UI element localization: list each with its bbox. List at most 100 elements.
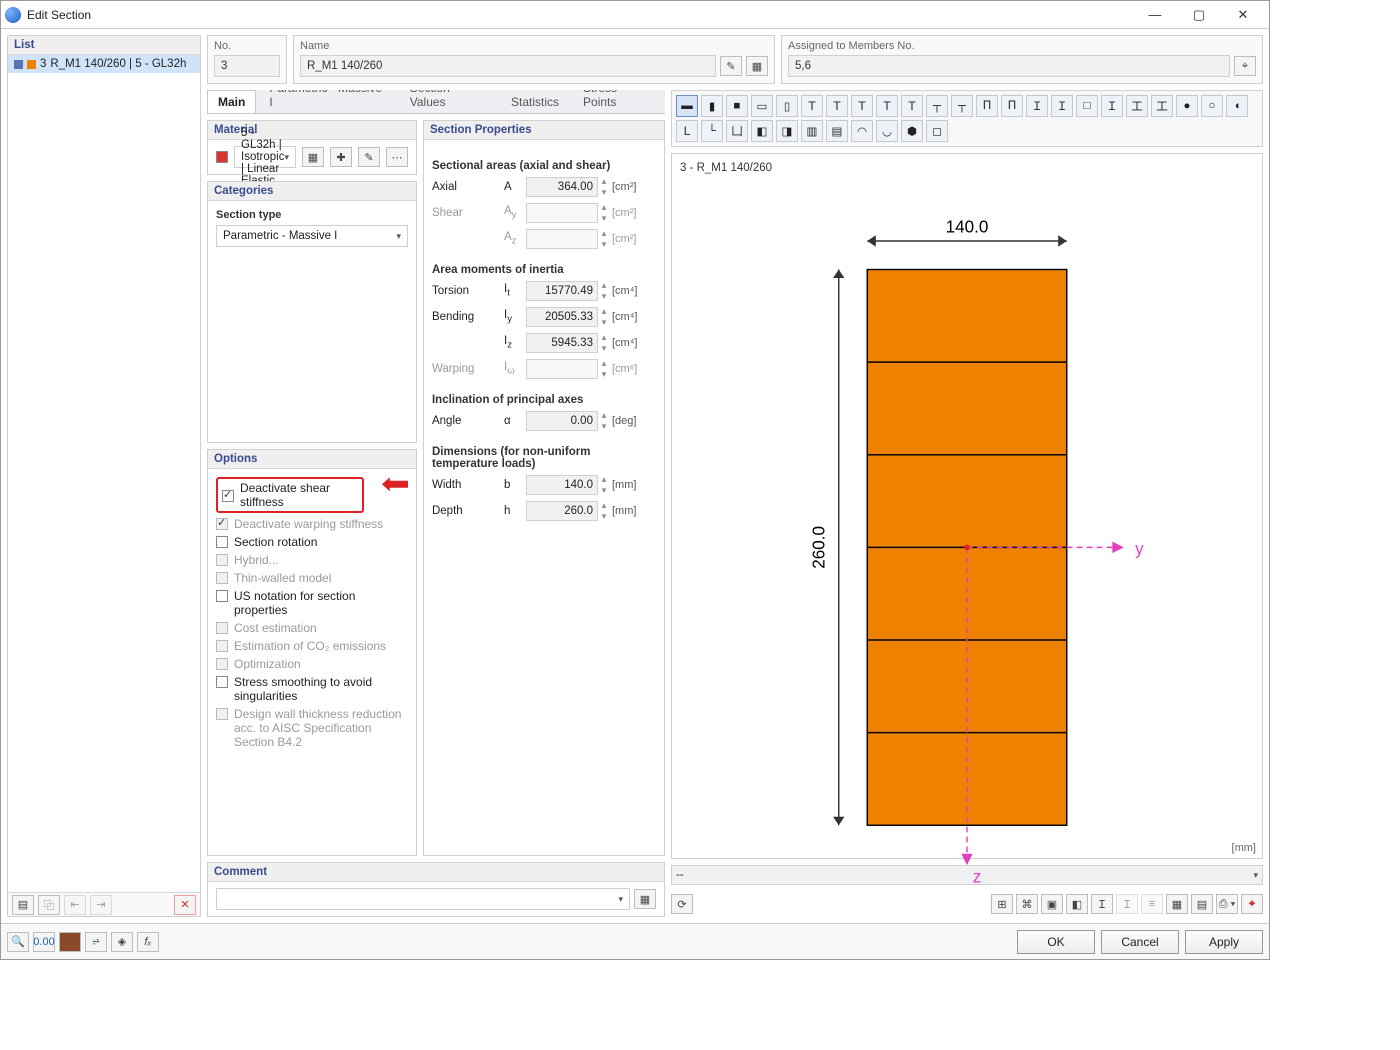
- tab-stress-points[interactable]: Stress Points: [572, 90, 663, 113]
- shape-button[interactable]: ◻: [926, 120, 948, 142]
- shape-button[interactable]: Ｔ: [876, 95, 898, 117]
- checkbox[interactable]: [216, 590, 228, 602]
- shape-button[interactable]: ▥: [801, 120, 823, 142]
- footer-help-button[interactable]: 🔍: [7, 932, 29, 952]
- shape-button[interactable]: Ｔ: [801, 95, 823, 117]
- maximize-button[interactable]: ▢: [1177, 2, 1221, 28]
- new-item-button[interactable]: ▤: [12, 895, 34, 915]
- material-edit-button[interactable]: ✎: [358, 147, 380, 167]
- sectiontype-dropdown[interactable]: Parametric - Massive I ▾: [216, 225, 408, 247]
- shape-button[interactable]: └: [701, 120, 723, 142]
- tab-parametric[interactable]: Parametric - Massive I: [258, 90, 396, 113]
- material-library-button[interactable]: ▦: [302, 147, 324, 167]
- preview-tool-button[interactable]: ≡: [1141, 894, 1163, 914]
- shape-button[interactable]: ⬢: [901, 120, 923, 142]
- footer-tool-button[interactable]: ⩫: [85, 932, 107, 952]
- stepper-icon[interactable]: ▴▾: [598, 358, 610, 380]
- footer-color-button[interactable]: [59, 932, 81, 952]
- shape-button[interactable]: Ｉ: [1026, 95, 1048, 117]
- property-value-input[interactable]: [526, 359, 598, 379]
- property-value-input[interactable]: [526, 229, 598, 249]
- stepper-icon[interactable]: ▴▾: [598, 306, 610, 328]
- shape-button[interactable]: 工: [1151, 95, 1173, 117]
- apply-button[interactable]: Apply: [1185, 930, 1263, 954]
- option-row[interactable]: Deactivate shear stiffness: [216, 475, 408, 515]
- shape-button[interactable]: Ｉ: [1101, 95, 1123, 117]
- option-row[interactable]: Stress smoothing to avoid singularities: [216, 673, 408, 705]
- checkbox[interactable]: [216, 676, 228, 688]
- cancel-button[interactable]: Cancel: [1101, 930, 1179, 954]
- nav-next-button[interactable]: ⇥: [90, 895, 112, 915]
- checkbox[interactable]: [216, 536, 228, 548]
- shape-button[interactable]: Π: [976, 95, 998, 117]
- tab-main[interactable]: Main: [207, 90, 256, 113]
- property-value-input[interactable]: 20505.33: [526, 307, 598, 327]
- property-value-input[interactable]: 364.00: [526, 177, 598, 197]
- assigned-input[interactable]: 5,6: [788, 55, 1230, 77]
- shape-button[interactable]: ┬: [951, 95, 973, 117]
- shape-button[interactable]: Ｔ: [851, 95, 873, 117]
- pick-members-button[interactable]: ⌖: [1234, 56, 1256, 76]
- close-window-button[interactable]: ✕: [1221, 2, 1265, 28]
- ok-button[interactable]: OK: [1017, 930, 1095, 954]
- material-extra-button[interactable]: ⋯: [386, 147, 408, 167]
- shape-button[interactable]: ○: [1201, 95, 1223, 117]
- shape-button[interactable]: Ｉ: [1051, 95, 1073, 117]
- delete-item-button[interactable]: ✕: [174, 895, 196, 915]
- option-row[interactable]: US notation for section properties: [216, 587, 408, 619]
- shape-button[interactable]: Π: [1001, 95, 1023, 117]
- shape-button[interactable]: □: [1076, 95, 1098, 117]
- nav-prev-button[interactable]: ⇤: [64, 895, 86, 915]
- shape-button[interactable]: ┬: [926, 95, 948, 117]
- stepper-icon[interactable]: ▴▾: [598, 202, 610, 224]
- shape-button[interactable]: ●: [1176, 95, 1198, 117]
- shape-button[interactable]: ▬: [676, 95, 698, 117]
- shape-button[interactable]: 凵: [726, 120, 748, 142]
- shape-button[interactable]: ▤: [826, 120, 848, 142]
- property-value-input[interactable]: 0.00: [526, 411, 598, 431]
- shape-button[interactable]: 工: [1126, 95, 1148, 117]
- shape-button[interactable]: ▭: [751, 95, 773, 117]
- shape-button[interactable]: Ｔ: [901, 95, 923, 117]
- property-value-input[interactable]: 140.0: [526, 475, 598, 495]
- preview-tool-button[interactable]: Ｉ: [1116, 894, 1138, 914]
- minimize-button[interactable]: —: [1133, 2, 1177, 28]
- footer-units-button[interactable]: 0.00: [33, 932, 55, 952]
- stepper-icon[interactable]: ▴▾: [598, 176, 610, 198]
- list-item[interactable]: 3 R_M1 140/260 | 5 - GL32h: [8, 55, 200, 73]
- shape-button[interactable]: ◠: [851, 120, 873, 142]
- property-value-input[interactable]: 15770.49: [526, 281, 598, 301]
- material-new-button[interactable]: ✚: [330, 147, 352, 167]
- edit-name-button[interactable]: ✎: [720, 56, 742, 76]
- stepper-icon[interactable]: ▴▾: [598, 474, 610, 496]
- shape-button[interactable]: ▯: [776, 95, 798, 117]
- comment-library-button[interactable]: ▦: [634, 889, 656, 909]
- copy-item-button[interactable]: ⿻: [38, 895, 60, 915]
- library-button[interactable]: ▦: [746, 56, 768, 76]
- shape-button[interactable]: Ｌ: [676, 120, 698, 142]
- shape-button[interactable]: ▮: [701, 95, 723, 117]
- footer-tool-button[interactable]: ◈: [111, 932, 133, 952]
- option-row[interactable]: Section rotation: [216, 533, 408, 551]
- property-value-input[interactable]: 5945.33: [526, 333, 598, 353]
- checkbox[interactable]: [222, 490, 234, 502]
- property-value-input[interactable]: [526, 203, 598, 223]
- shape-button[interactable]: ◨: [776, 120, 798, 142]
- stepper-icon[interactable]: ▴▾: [598, 228, 610, 250]
- name-input[interactable]: R_M1 140/260: [300, 55, 716, 77]
- comment-input[interactable]: ▾: [216, 888, 630, 910]
- shape-button[interactable]: ■: [726, 95, 748, 117]
- stepper-icon[interactable]: ▴▾: [598, 332, 610, 354]
- stepper-icon[interactable]: ▴▾: [598, 410, 610, 432]
- shape-button[interactable]: ◧: [751, 120, 773, 142]
- shape-button[interactable]: ◡: [876, 120, 898, 142]
- shape-button[interactable]: Ｔ: [826, 95, 848, 117]
- material-dropdown[interactable]: 5 - GL32h | Isotropic | Linear Elastic ▾: [234, 146, 296, 168]
- no-input[interactable]: 3: [214, 55, 280, 77]
- tab-section-values[interactable]: Section Values: [399, 90, 498, 113]
- stepper-icon[interactable]: ▴▾: [598, 280, 610, 302]
- footer-fx-button[interactable]: fₓ: [137, 932, 159, 952]
- property-value-input[interactable]: 260.0: [526, 501, 598, 521]
- tab-statistics[interactable]: Statistics: [500, 90, 570, 113]
- shape-button[interactable]: ◖: [1226, 95, 1248, 117]
